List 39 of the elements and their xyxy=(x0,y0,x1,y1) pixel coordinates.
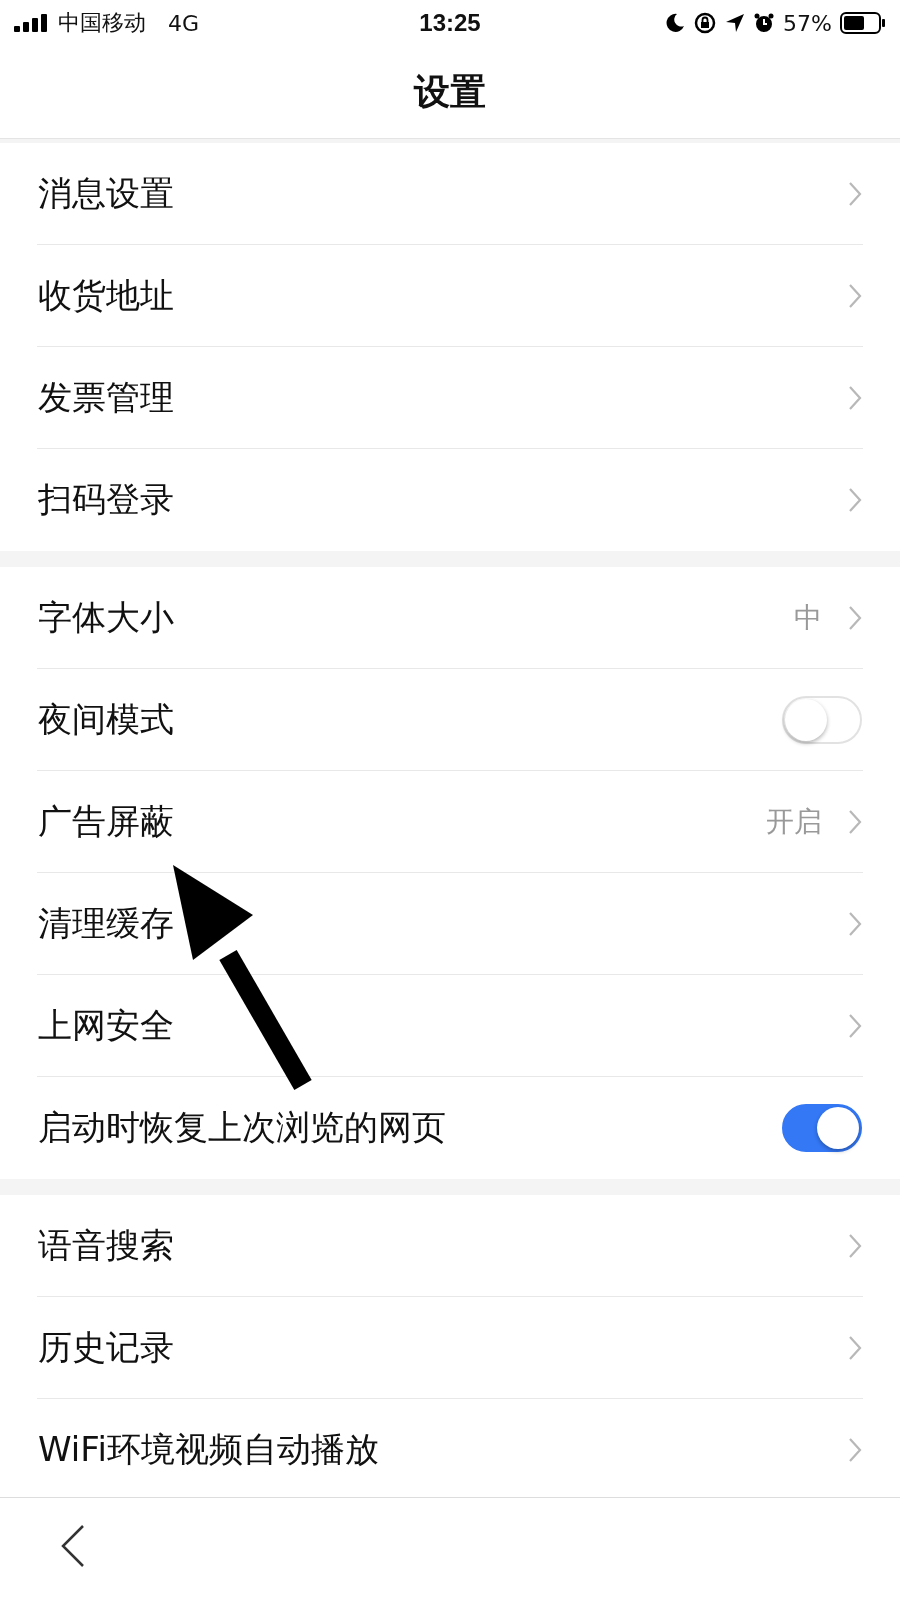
carrier-name: 中国移动 xyxy=(58,9,146,37)
setting-label[interactable]: 上网安全 xyxy=(38,1003,174,1049)
chevron-icon xyxy=(848,1013,862,1039)
network-type: 4G xyxy=(168,10,200,36)
alarm-icon xyxy=(753,12,776,34)
toggle-switch[interactable] xyxy=(782,1104,862,1152)
chevron-icon xyxy=(848,1233,862,1259)
setting-label[interactable]: 语音搜索 xyxy=(38,1223,174,1269)
setting-label[interactable]: 字体大小 xyxy=(38,595,174,641)
battery-percent: 57% xyxy=(783,10,832,36)
page-title: 设置 xyxy=(414,69,486,114)
setting-label[interactable]: 清理缓存 xyxy=(38,901,174,947)
chevron-icon xyxy=(848,487,862,513)
setting-value: 开启 xyxy=(766,804,822,840)
chevron-icon xyxy=(848,1335,862,1361)
chevron-icon xyxy=(848,911,862,937)
setting-label[interactable]: 消息设置 xyxy=(38,171,174,217)
setting-label[interactable]: 收货地址 xyxy=(38,273,174,319)
rotation-lock-icon xyxy=(693,11,718,35)
chevron-icon xyxy=(848,181,862,207)
setting-label[interactable]: 历史记录 xyxy=(38,1325,174,1371)
battery-icon xyxy=(840,12,886,34)
setting-label[interactable]: 夜间模式 xyxy=(38,697,174,743)
setting-label[interactable]: WiFi环境视频自动播放 xyxy=(38,1427,379,1473)
chevron-icon xyxy=(848,809,862,835)
setting-value: 中 xyxy=(794,600,822,636)
moon-icon xyxy=(665,13,686,33)
signal-icon xyxy=(14,14,50,32)
setting-label[interactable]: 启动时恢复上次浏览的网页 xyxy=(38,1105,446,1151)
back-icon[interactable] xyxy=(60,1524,86,1568)
setting-label[interactable]: 发票管理 xyxy=(38,375,174,421)
setting-label[interactable]: 广告屏蔽 xyxy=(38,799,174,845)
chevron-icon xyxy=(848,385,862,411)
status-time: 13:25 xyxy=(419,9,481,37)
chevron-icon xyxy=(848,283,862,309)
chevron-icon xyxy=(848,1437,862,1463)
setting-label[interactable]: 扫码登录 xyxy=(38,477,174,523)
chevron-icon xyxy=(848,605,862,631)
location-icon xyxy=(725,13,746,33)
